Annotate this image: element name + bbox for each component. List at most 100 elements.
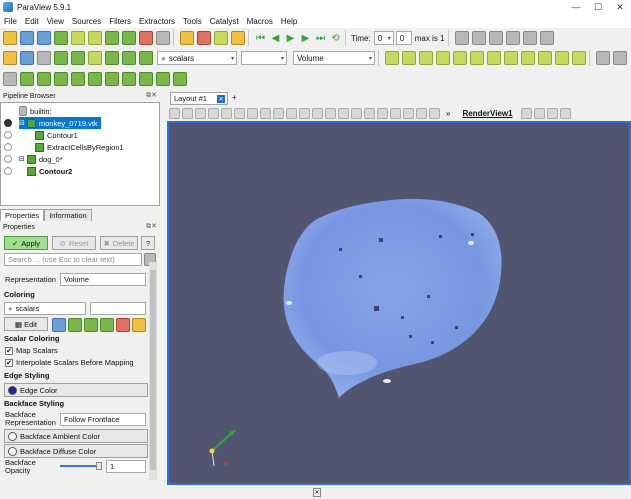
menu-sources[interactable]: Sources <box>72 17 101 26</box>
extract-selection-icon[interactable] <box>88 51 102 65</box>
zoom-to-box-icon[interactable] <box>419 51 433 65</box>
clip-filter-icon[interactable] <box>37 72 51 86</box>
close-window-button[interactable]: ✕ <box>609 0 631 14</box>
view-minus-y-icon[interactable] <box>487 51 501 65</box>
menu-tools[interactable]: Tools <box>183 17 202 26</box>
camera-view-minus-x-icon[interactable] <box>488 31 503 45</box>
maximize-view-icon[interactable] <box>546 107 558 119</box>
view-plus-y-icon[interactable] <box>470 51 484 65</box>
camera-undo-icon[interactable] <box>208 107 219 119</box>
tab-layout-1[interactable]: Layout #1 ✕ <box>170 92 228 105</box>
menu-edit[interactable]: Edit <box>25 17 39 26</box>
reset-button[interactable]: ⊘ Reset <box>52 236 96 250</box>
last-frame-icon[interactable]: ⏭ <box>314 31 327 45</box>
coloring-component-select[interactable] <box>90 302 146 315</box>
undo-icon[interactable] <box>139 31 153 45</box>
color-palette-icon[interactable] <box>231 31 245 45</box>
calculator-icon[interactable] <box>3 72 17 86</box>
zoom-to-data-icon[interactable] <box>402 51 416 65</box>
panel-float-close-icon[interactable]: ⧉✕ <box>146 91 157 100</box>
load-state-icon[interactable] <box>54 31 68 45</box>
extract-subset-filter-icon[interactable] <box>88 72 102 86</box>
scrollbar-thumb[interactable] <box>150 270 156 470</box>
choose-preset-icon[interactable] <box>116 318 130 332</box>
select-cells-through-icon[interactable] <box>260 107 271 119</box>
visibility-eye-icon[interactable] <box>4 155 12 163</box>
loop-icon[interactable]: ⟲ <box>329 31 342 45</box>
tab-properties[interactable]: Properties <box>0 209 45 221</box>
menu-extractors[interactable]: Extractors <box>139 17 175 26</box>
find-data-icon[interactable] <box>214 31 228 45</box>
shrink-selection-icon[interactable] <box>390 107 401 119</box>
reset-camera-icon[interactable] <box>385 51 399 65</box>
camera-reset-icon[interactable] <box>454 31 469 45</box>
camera-view-plus-z-icon[interactable] <box>539 31 554 45</box>
hover-cells-icon[interactable] <box>351 107 362 119</box>
maximize-button[interactable]: ☐ <box>587 0 609 14</box>
toggle-3d-icon[interactable] <box>182 107 193 119</box>
map-scalars-checkbox[interactable]: ✔ Map Scalars <box>5 346 58 355</box>
open-file-icon[interactable] <box>3 31 17 45</box>
rescale-visible-icon[interactable] <box>139 51 153 65</box>
slider-handle[interactable] <box>96 462 102 470</box>
pipeline-item-builtin[interactable]: builtin: <box>19 105 52 117</box>
menu-catalyst[interactable]: Catalyst <box>210 17 239 26</box>
glyph-filter-icon[interactable] <box>105 72 119 86</box>
camera-redo-icon[interactable] <box>221 107 232 119</box>
connect-icon[interactable] <box>71 31 85 45</box>
panel-float-close-icon[interactable]: ⧉✕ <box>146 222 157 231</box>
timestep-spinbox[interactable]: 0 <box>395 31 412 45</box>
close-view-icon[interactable] <box>559 107 571 119</box>
backface-opacity-input[interactable]: 1 <box>106 460 146 473</box>
collapse-toggle-icon[interactable]: ⊟ <box>19 155 25 163</box>
render-view[interactable]: x <box>167 121 631 485</box>
pipeline-item-extract-cells[interactable]: ExtractCellsByRegion1 <box>35 141 124 153</box>
capture-screenshot-icon[interactable] <box>195 107 206 119</box>
visibility-eye-icon[interactable] <box>4 143 12 151</box>
select-block-icon[interactable] <box>364 107 375 119</box>
scalar-bar-icon[interactable] <box>132 318 146 332</box>
save-state-icon[interactable] <box>37 31 51 45</box>
color-by-dropdown[interactable]: ● scalars ▾ <box>157 51 237 65</box>
pipeline-item-contour1[interactable]: Contour1 <box>35 129 78 141</box>
interactive-select-points-icon[interactable] <box>325 107 336 119</box>
edge-color-button[interactable]: Edge Color <box>4 383 148 397</box>
delete-button[interactable]: ✖ Delete <box>100 236 138 250</box>
reset-session-icon[interactable] <box>180 31 194 45</box>
camera-view-plus-x-icon[interactable] <box>471 31 486 45</box>
select-polygon-points-icon[interactable] <box>299 107 310 119</box>
isometric-view-icon[interactable] <box>538 51 552 65</box>
camera-view-plus-y-icon[interactable] <box>505 31 520 45</box>
threshold-filter-icon[interactable] <box>71 72 85 86</box>
visibility-eye-icon[interactable] <box>4 119 12 127</box>
link-camera-icon[interactable] <box>429 107 440 119</box>
menu-filters[interactable]: Filters <box>109 17 131 26</box>
edit-color-map-button[interactable]: ▦ Edit <box>4 317 48 331</box>
view-plus-x-icon[interactable] <box>436 51 450 65</box>
pick-center-icon[interactable] <box>20 51 34 65</box>
warp-vector-filter-icon[interactable] <box>139 72 153 86</box>
save-data-icon[interactable] <box>20 31 34 45</box>
select-points-icon[interactable] <box>71 51 85 65</box>
center-axes-icon[interactable] <box>3 51 17 65</box>
play-icon[interactable]: ▶ <box>284 31 297 45</box>
stream-tracer-filter-icon[interactable] <box>122 72 136 86</box>
close-icon[interactable]: ✕ <box>217 95 225 103</box>
properties-scrollbar[interactable] <box>149 262 157 480</box>
hover-points-icon[interactable] <box>338 107 349 119</box>
reset-camera-closest-icon[interactable] <box>169 107 180 119</box>
first-frame-icon[interactable]: ⏮ <box>254 31 267 45</box>
view-plus-z-icon[interactable] <box>504 51 518 65</box>
representation-dropdown[interactable]: Volume ▾ <box>293 51 375 65</box>
rotate-minus-90-icon[interactable] <box>572 51 586 65</box>
view-minus-z-icon[interactable] <box>521 51 535 65</box>
backface-ambient-color-button[interactable]: Backface Ambient Color <box>4 429 148 443</box>
collapse-toggle-icon[interactable]: ⊟ <box>19 119 25 127</box>
pipeline-item-contour2[interactable]: Contour2 <box>27 165 72 177</box>
toolbar-more-icon[interactable]: » <box>446 109 450 118</box>
previous-frame-icon[interactable]: ◀ <box>269 31 282 45</box>
split-vertical-icon[interactable] <box>533 107 545 119</box>
interactive-select-cells-icon[interactable] <box>312 107 323 119</box>
time-input[interactable]: 0 ▾ <box>373 31 394 45</box>
rescale-range-icon[interactable] <box>105 51 119 65</box>
